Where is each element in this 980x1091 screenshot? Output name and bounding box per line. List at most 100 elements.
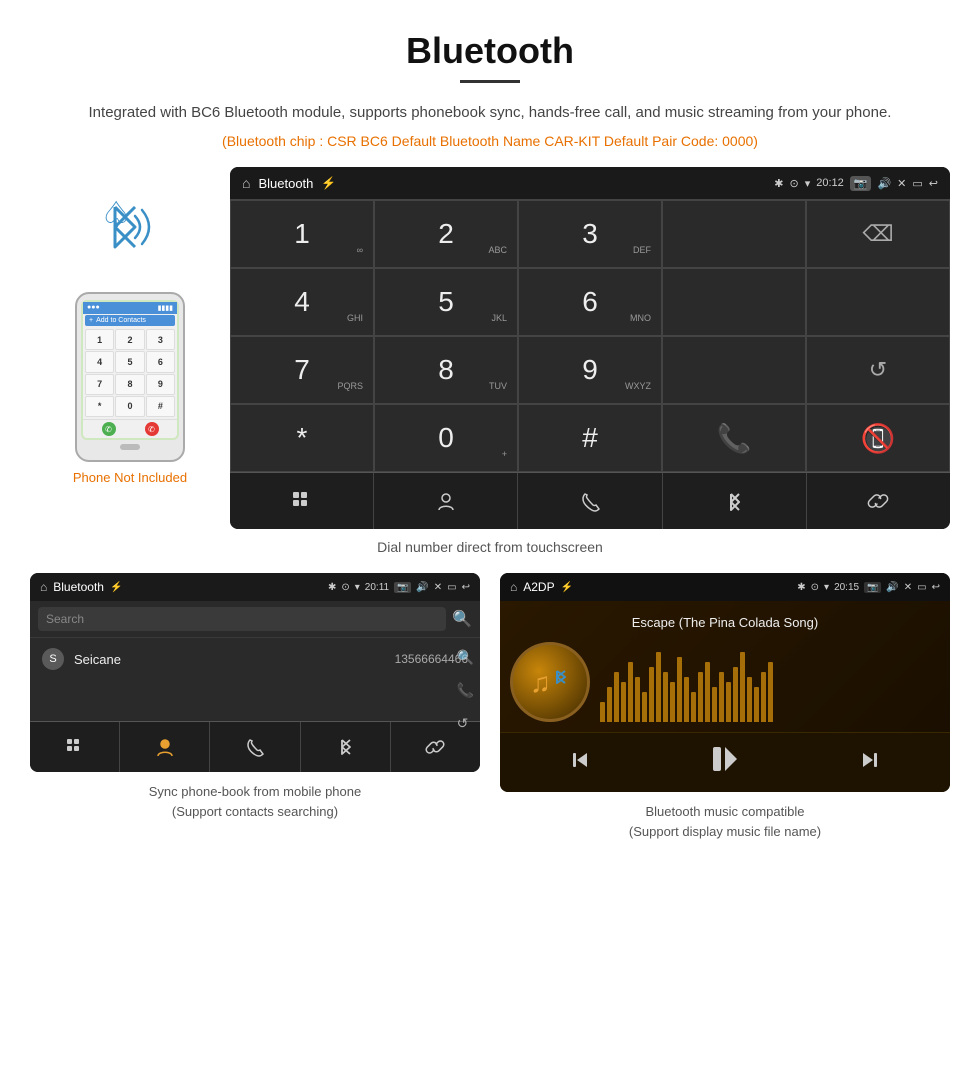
dial-refresh-button[interactable]: ↺: [806, 336, 950, 404]
dial-status-bar: ⌂ Bluetooth ⚡ ✱ ⊙ ▾ 20:12 📷 🔊 ✕ ▭ ↩: [230, 167, 950, 199]
ms-next-button[interactable]: [858, 748, 882, 778]
visualizer-bar: [635, 677, 640, 722]
visualizer-bar: [691, 692, 696, 722]
call-green-icon: 📞: [717, 422, 752, 455]
close-icon[interactable]: ✕: [897, 177, 906, 190]
dial-screen-title: Bluetooth: [258, 176, 313, 191]
back-icon[interactable]: ↩: [929, 177, 938, 190]
backspace-icon: ⌫: [862, 221, 893, 247]
phone-end-button[interactable]: ✆: [145, 422, 159, 436]
camera-icon[interactable]: 📷: [850, 176, 872, 191]
phone-key-6[interactable]: 6: [146, 351, 175, 372]
visualizer-bar: [663, 672, 668, 722]
phone-key-star[interactable]: *: [85, 396, 114, 417]
dial-key-9[interactable]: 9 WXYZ: [518, 336, 662, 404]
location-icon: ⊙: [789, 177, 798, 190]
pb-x-icon[interactable]: ✕: [434, 582, 442, 593]
phone-key-1[interactable]: 1: [85, 329, 114, 350]
phone-key-2[interactable]: 2: [115, 329, 144, 350]
ms-vol-icon[interactable]: 🔊: [886, 582, 898, 593]
pb-home-icon[interactable]: ⌂: [40, 580, 47, 594]
ms-prev-button[interactable]: [568, 748, 592, 778]
pb-search-icon[interactable]: 🔍: [452, 609, 472, 629]
phone-key-9[interactable]: 9: [146, 374, 175, 395]
pb-side-search-icon[interactable]: 🔍: [457, 649, 474, 666]
dial-key-2[interactable]: 2 ABC: [374, 200, 518, 268]
home-icon[interactable]: ⌂: [242, 175, 250, 191]
visualizer-bar: [698, 672, 703, 722]
dial-key-7[interactable]: 7 PQRS: [230, 336, 374, 404]
pb-toolbar: [30, 721, 480, 772]
ms-x-icon[interactable]: ✕: [904, 582, 912, 593]
pb-back-icon[interactable]: ↩: [462, 582, 470, 593]
pb-search-box[interactable]: Search: [38, 607, 446, 631]
dial-backspace-button[interactable]: ⌫: [806, 200, 950, 268]
pb-toolbar-phone[interactable]: [210, 722, 300, 772]
pb-wifi-icon: ▾: [355, 582, 360, 593]
usb-icon: ⚡: [321, 176, 336, 190]
phone-key-0[interactable]: 0: [115, 396, 144, 417]
dial-key-5[interactable]: 5 JKL: [374, 268, 518, 336]
phone-key-7[interactable]: 7: [85, 374, 114, 395]
visualizer-bar: [656, 652, 661, 722]
phone-not-included-label: Phone Not Included: [73, 470, 187, 485]
dial-screen: ⌂ Bluetooth ⚡ ✱ ⊙ ▾ 20:12 📷 🔊 ✕ ▭ ↩: [230, 167, 950, 529]
music-caption: Bluetooth music compatible (Support disp…: [500, 802, 950, 841]
dial-key-0[interactable]: 0 +: [374, 404, 518, 472]
pb-vol-icon[interactable]: 🔊: [416, 582, 428, 593]
pb-toolbar-apps[interactable]: [30, 722, 120, 772]
dial-call-button[interactable]: 📞: [662, 404, 806, 472]
pb-toolbar-bluetooth[interactable]: [301, 722, 391, 772]
ms-play-button[interactable]: [709, 743, 741, 782]
pb-side-call-icon[interactable]: 📞: [457, 682, 474, 699]
phone-key-4[interactable]: 4: [85, 351, 114, 372]
phone-key-hash[interactable]: #: [146, 396, 175, 417]
ms-time: 20:15: [834, 582, 859, 593]
phone-contact-row: + Add to Contacts: [85, 315, 175, 326]
ms-back-icon[interactable]: ↩: [932, 582, 940, 593]
volume-icon[interactable]: 🔊: [877, 177, 891, 190]
ms-home-icon[interactable]: ⌂: [510, 580, 517, 594]
visualizer-bar: [607, 687, 612, 722]
pb-title: Bluetooth: [53, 580, 104, 594]
ms-cam-icon[interactable]: 📷: [864, 582, 881, 593]
phone-call-button[interactable]: ✆: [102, 422, 116, 436]
ms-title: A2DP: [523, 580, 554, 594]
dial-key-hash[interactable]: #: [518, 404, 662, 472]
dial-end-button[interactable]: 📵: [806, 404, 950, 472]
phone-home-button[interactable]: [120, 444, 140, 450]
music-screen: ⌂ A2DP ⚡ ✱ ⊙ ▾ 20:15 📷 🔊 ✕ ▭ ↩ E: [500, 573, 950, 792]
dial-key-3[interactable]: 3 DEF: [518, 200, 662, 268]
toolbar-bluetooth-button[interactable]: [663, 473, 807, 529]
pb-cam-icon[interactable]: 📷: [394, 582, 411, 593]
pb-side-refresh-icon[interactable]: ↺: [457, 715, 474, 732]
dial-key-star[interactable]: *: [230, 404, 374, 472]
visualizer-bar: [677, 657, 682, 722]
window-icon[interactable]: ▭: [912, 177, 922, 190]
dial-key-4[interactable]: 4 GHI: [230, 268, 374, 336]
phone-status-right: ▮▮▮▮: [158, 304, 173, 312]
dial-key-8[interactable]: 8 TUV: [374, 336, 518, 404]
bluetooth-status-icon: ✱: [774, 177, 783, 190]
ms-win-icon[interactable]: ▭: [917, 582, 926, 593]
visualizer-bar: [761, 672, 766, 722]
pb-contact-name: Seicane: [74, 652, 395, 667]
pb-contact-letter: S: [42, 648, 64, 670]
phone-key-8[interactable]: 8: [115, 374, 144, 395]
dial-key-6[interactable]: 6 MNO: [518, 268, 662, 336]
dial-key-1[interactable]: 1 ∞: [230, 200, 374, 268]
toolbar-contacts-button[interactable]: [374, 473, 518, 529]
phone-key-3[interactable]: 3: [146, 329, 175, 350]
pb-contact-row[interactable]: S Seicane 13566664466: [30, 637, 480, 680]
add-contact-label: Add to Contacts: [96, 317, 146, 324]
visualizer-bar: [614, 672, 619, 722]
pb-toolbar-contacts[interactable]: [120, 722, 210, 772]
pb-win-icon[interactable]: ▭: [447, 582, 456, 593]
phonebook-item: ⌂ Bluetooth ⚡ ✱ ⊙ ▾ 20:11 📷 🔊 ✕ ▭ ↩: [30, 573, 480, 841]
ms-usb-icon: ⚡: [561, 582, 573, 593]
toolbar-apps-button[interactable]: [230, 473, 374, 529]
visualizer-bar: [768, 662, 773, 722]
phone-key-5[interactable]: 5: [115, 351, 144, 372]
toolbar-phone-button[interactable]: [518, 473, 662, 529]
toolbar-link-button[interactable]: [807, 473, 950, 529]
